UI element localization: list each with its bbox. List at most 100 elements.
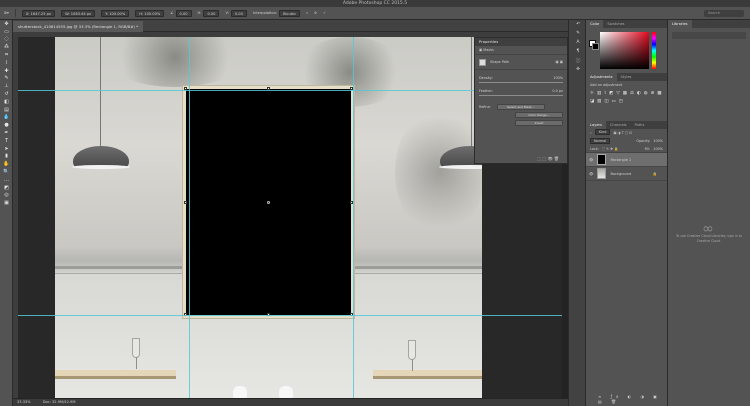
- eyedropper-tool-icon[interactable]: ⌇: [0, 59, 13, 67]
- guide-horizontal[interactable]: [18, 315, 568, 316]
- posterize-icon[interactable]: ▨: [597, 99, 601, 104]
- paragraph-icon[interactable]: ¶: [569, 47, 587, 56]
- layer-row[interactable]: 👁 Rectangle 1: [586, 153, 667, 167]
- eraser-tool-icon[interactable]: ◧: [0, 98, 13, 106]
- library-select[interactable]: [672, 32, 746, 39]
- quick-mask-icon[interactable]: ◎: [0, 192, 13, 200]
- rectangle-tool-icon[interactable]: ▮: [0, 153, 13, 161]
- layer-row[interactable]: 👁 Background 🔒: [586, 167, 667, 181]
- add-mask-icon[interactable]: ▣ ▣: [556, 60, 564, 64]
- screen-mode-icon[interactable]: ▣: [0, 199, 13, 207]
- mask-thumbnail[interactable]: [479, 58, 486, 66]
- move-tool-icon[interactable]: ✥: [0, 20, 13, 28]
- dodge-tool-icon[interactable]: ●: [0, 121, 13, 129]
- crop-tool-icon[interactable]: ⌗: [0, 51, 13, 59]
- zoom-level[interactable]: 33.33%: [17, 399, 31, 406]
- black-white-icon[interactable]: ◐: [637, 91, 641, 96]
- feather-value[interactable]: 0.0 px: [552, 89, 563, 93]
- history-brush-tool-icon[interactable]: ↺: [0, 90, 13, 98]
- marquee-tool-icon[interactable]: ▭: [0, 28, 13, 36]
- properties-footer-icons[interactable]: ⬚ ⬚ 👁 🗑: [533, 156, 563, 161]
- vibrance-icon[interactable]: ▽: [616, 91, 619, 96]
- layers-footer-icons[interactable]: ∞ ƒx ◐ ◑ ▣ ▤ 🗑: [594, 394, 667, 404]
- tab-channels[interactable]: Channels: [606, 121, 631, 129]
- hue-saturation-icon[interactable]: ▦: [623, 91, 627, 96]
- photo-filter-icon[interactable]: ◍: [644, 91, 648, 96]
- warp-icon[interactable]: ⌗: [306, 11, 308, 15]
- interpolation-select[interactable]: Bicubic: [279, 9, 301, 17]
- kind-filter[interactable]: Kind: [594, 129, 611, 135]
- brush-settings-icon[interactable]: ✎: [569, 29, 587, 38]
- tab-styles[interactable]: Styles: [617, 73, 636, 81]
- layer-name[interactable]: Rectangle 1: [610, 158, 631, 162]
- tab-paths[interactable]: Paths: [631, 121, 649, 129]
- commit-transform-icon[interactable]: ✓: [323, 11, 326, 15]
- foreground-background-swatch[interactable]: ◩: [0, 184, 13, 192]
- gradient-tool-icon[interactable]: ▤: [0, 106, 13, 114]
- channel-mixer-icon[interactable]: ⊛: [651, 91, 655, 96]
- history-icon[interactable]: ↶: [569, 20, 587, 29]
- hue-slider[interactable]: [652, 32, 656, 69]
- levels-icon[interactable]: ▥: [597, 91, 601, 96]
- guide-vertical[interactable]: [189, 37, 190, 398]
- h-skew-field[interactable]: 0.00: [203, 9, 220, 17]
- color-lookup-icon[interactable]: ▩: [657, 91, 661, 96]
- tab-color[interactable]: Color: [586, 20, 604, 28]
- background-swatch[interactable]: [592, 43, 599, 50]
- brush-tool-icon[interactable]: ✎: [0, 75, 13, 83]
- filter-icons[interactable]: ▣ ◑ T ▢ ⊡: [613, 129, 632, 137]
- color-field[interactable]: [600, 32, 649, 69]
- fill-value[interactable]: 100%: [653, 145, 663, 153]
- v-skew-field[interactable]: 0.00: [230, 9, 247, 17]
- brightness-icon[interactable]: ☼: [590, 91, 594, 96]
- transform-center[interactable]: [267, 201, 270, 204]
- threshold-icon[interactable]: ◫: [604, 99, 608, 104]
- h-field[interactable]: H: 100.00%: [135, 9, 165, 17]
- pen-tool-icon[interactable]: ✒: [0, 129, 13, 137]
- path-selection-tool-icon[interactable]: ➤: [0, 145, 13, 153]
- healing-brush-tool-icon[interactable]: ✚: [0, 67, 13, 75]
- info-icon[interactable]: ⓘ: [569, 56, 587, 65]
- x-field[interactable]: X: 1647.25 px: [21, 9, 56, 17]
- exposure-icon[interactable]: ◩: [609, 91, 613, 96]
- lock-icons[interactable]: ⬚ ✎ ✥ 🔒: [602, 145, 618, 153]
- guide-vertical[interactable]: [353, 37, 354, 398]
- more-tools-icon[interactable]: …: [0, 176, 13, 184]
- color-balance-icon[interactable]: ⚖: [630, 91, 634, 96]
- doc-size[interactable]: Doc: 32.9M/42.9M: [43, 399, 76, 406]
- density-slider[interactable]: [479, 82, 563, 83]
- tab-libraries[interactable]: Libraries: [668, 20, 692, 28]
- color-range-button[interactable]: Color Range...: [515, 112, 563, 118]
- document-tab[interactable]: shutterstock_410614555.jpg @ 33.3% (Rect…: [13, 21, 144, 32]
- clone-stamp-tool-icon[interactable]: ⊥: [0, 82, 13, 90]
- layer-name[interactable]: Background: [610, 172, 631, 176]
- character-icon[interactable]: A: [569, 38, 587, 47]
- curves-icon[interactable]: ⌇: [604, 91, 606, 96]
- angle-field[interactable]: 0.00: [175, 9, 192, 17]
- transform-handle[interactable]: [184, 201, 187, 204]
- invert-icon[interactable]: ◪: [590, 99, 594, 104]
- blur-tool-icon[interactable]: 💧: [0, 114, 13, 122]
- invert-button[interactable]: Invert: [515, 120, 563, 126]
- zoom-tool-icon[interactable]: 🔍: [0, 168, 13, 176]
- navigator-icon[interactable]: ✜: [569, 65, 587, 74]
- tool-preset-icon[interactable]: ⊞▾: [4, 11, 9, 15]
- hand-tool-icon[interactable]: ✋: [0, 160, 13, 168]
- quick-select-tool-icon[interactable]: ⁂: [0, 43, 13, 51]
- cancel-transform-icon[interactable]: ⊘: [314, 11, 317, 15]
- lasso-tool-icon[interactable]: ◌: [0, 36, 13, 44]
- type-tool-icon[interactable]: T: [0, 137, 13, 145]
- eye-icon[interactable]: 👁: [589, 158, 593, 162]
- gradient-map-icon[interactable]: ▭: [611, 99, 615, 104]
- tab-swatches[interactable]: Swatches: [603, 20, 628, 28]
- select-and-mask-button[interactable]: Select and Mask...: [496, 104, 545, 110]
- y-field[interactable]: Y: 100.00%: [101, 9, 130, 17]
- eye-icon[interactable]: 👁: [589, 172, 593, 176]
- tab-adjustments[interactable]: Adjustments: [586, 73, 617, 81]
- selective-color-icon[interactable]: ◳: [619, 99, 623, 104]
- tab-layers[interactable]: Layers: [586, 121, 606, 129]
- density-value[interactable]: 100%: [553, 76, 563, 80]
- w-field[interactable]: W: 1063.44 px: [61, 9, 96, 17]
- search-input[interactable]: Search: [704, 10, 744, 17]
- feather-slider[interactable]: [479, 95, 563, 96]
